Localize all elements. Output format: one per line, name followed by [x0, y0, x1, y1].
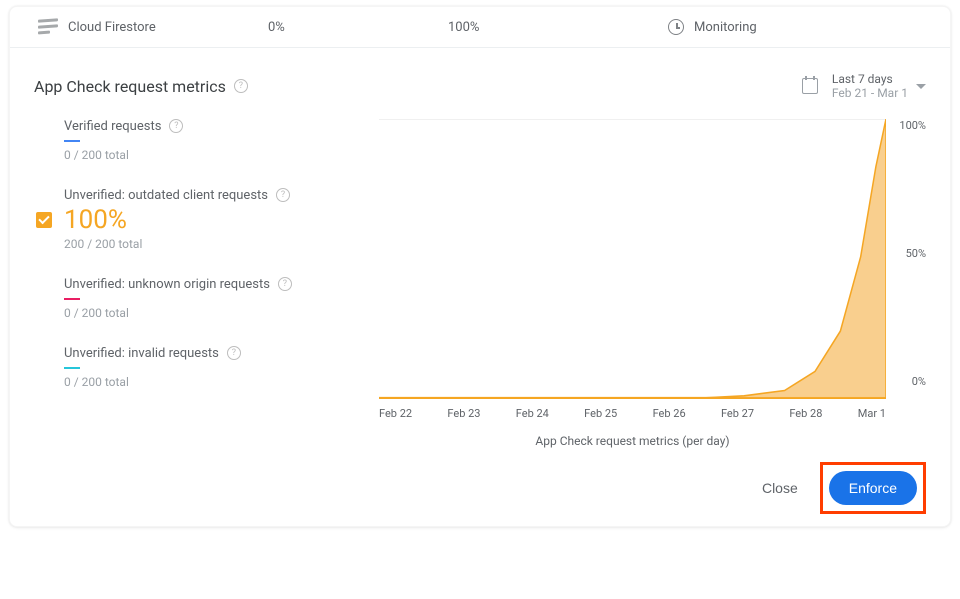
clock-icon [668, 19, 684, 35]
title-row: App Check request metrics ? Last 7 days … [34, 72, 926, 101]
date-range-picker[interactable]: Last 7 days Feb 21 - Mar 1 [802, 72, 926, 101]
help-icon[interactable]: ? [278, 277, 292, 291]
legend-sub: 0 / 200 total [64, 148, 379, 162]
firestore-icon [38, 19, 58, 35]
status-cell: Monitoring [668, 19, 922, 35]
service-name: Cloud Firestore [68, 20, 156, 35]
enforce-highlight: Enforce [820, 462, 926, 514]
legend-item-invalid[interactable]: Unverified: invalid requests ? 0 / 200 t… [64, 346, 379, 389]
chart-area: 100% 50% 0% Feb 22 Feb 23 Feb 24 Feb 25 … [379, 119, 926, 448]
help-icon[interactable]: ? [276, 188, 290, 202]
title-text: App Check request metrics [34, 77, 226, 96]
page-title: App Check request metrics ? [34, 77, 248, 96]
help-icon[interactable]: ? [234, 79, 248, 93]
legend-label: Verified requests ? [64, 119, 379, 134]
legend-value: 100% [64, 205, 379, 235]
service-cell: Cloud Firestore [38, 19, 268, 35]
panel-body: App Check request metrics ? Last 7 days … [10, 48, 950, 526]
legend-sub: 200 / 200 total [64, 237, 379, 251]
x-tick: Feb 24 [516, 407, 549, 420]
date-range-texts: Last 7 days Feb 21 - Mar 1 [832, 72, 908, 101]
x-tick: Mar 1 [858, 407, 886, 420]
help-icon[interactable]: ? [227, 346, 241, 360]
y-tick: 50% [906, 247, 926, 260]
legend-swatch [64, 367, 80, 369]
legend: Verified requests ? 0 / 200 total Unveri… [34, 119, 379, 448]
legend-label: Unverified: invalid requests ? [64, 346, 379, 361]
metrics-panel: Cloud Firestore 0% 100% Monitoring App C… [9, 6, 951, 527]
x-tick: Feb 28 [789, 407, 822, 420]
header-pct-b: 100% [448, 20, 668, 35]
legend-item-verified[interactable]: Verified requests ? 0 / 200 total [64, 119, 379, 162]
legend-swatch [64, 140, 80, 142]
date-range-range: Feb 21 - Mar 1 [832, 86, 908, 100]
legend-checkbox[interactable] [36, 212, 52, 228]
y-tick: 100% [899, 119, 926, 132]
metrics-area: Verified requests ? 0 / 200 total Unveri… [34, 119, 926, 448]
x-axis: Feb 22 Feb 23 Feb 24 Feb 25 Feb 26 Feb 2… [379, 407, 886, 420]
chart-series-outdated [379, 119, 886, 398]
x-tick: Feb 23 [447, 407, 480, 420]
chart-svg [379, 119, 886, 399]
legend-swatch [64, 298, 80, 300]
dialog-actions: Close Enforce [34, 448, 926, 514]
close-button[interactable]: Close [758, 472, 802, 504]
x-tick: Feb 25 [584, 407, 617, 420]
header-pct-a: 0% [268, 20, 448, 35]
date-range-label: Last 7 days [832, 72, 908, 86]
enforce-button[interactable]: Enforce [829, 471, 917, 505]
chart-caption: App Check request metrics (per day) [379, 434, 886, 448]
legend-item-unknown[interactable]: Unverified: unknown origin requests ? 0 … [64, 277, 379, 320]
help-icon[interactable]: ? [169, 119, 183, 133]
x-tick: Feb 22 [379, 407, 412, 420]
calendar-icon [802, 78, 818, 94]
x-tick: Feb 26 [653, 407, 686, 420]
legend-label: Unverified: unknown origin requests ? [64, 277, 379, 292]
chevron-down-icon [916, 84, 926, 89]
panel-header: Cloud Firestore 0% 100% Monitoring [10, 7, 950, 48]
legend-item-outdated[interactable]: Unverified: outdated client requests ? 1… [64, 188, 379, 251]
legend-sub: 0 / 200 total [64, 306, 379, 320]
y-tick: 0% [912, 375, 926, 388]
legend-sub: 0 / 200 total [64, 375, 379, 389]
status-label: Monitoring [694, 20, 757, 35]
x-tick: Feb 27 [721, 407, 754, 420]
legend-label: Unverified: outdated client requests ? [64, 188, 379, 203]
